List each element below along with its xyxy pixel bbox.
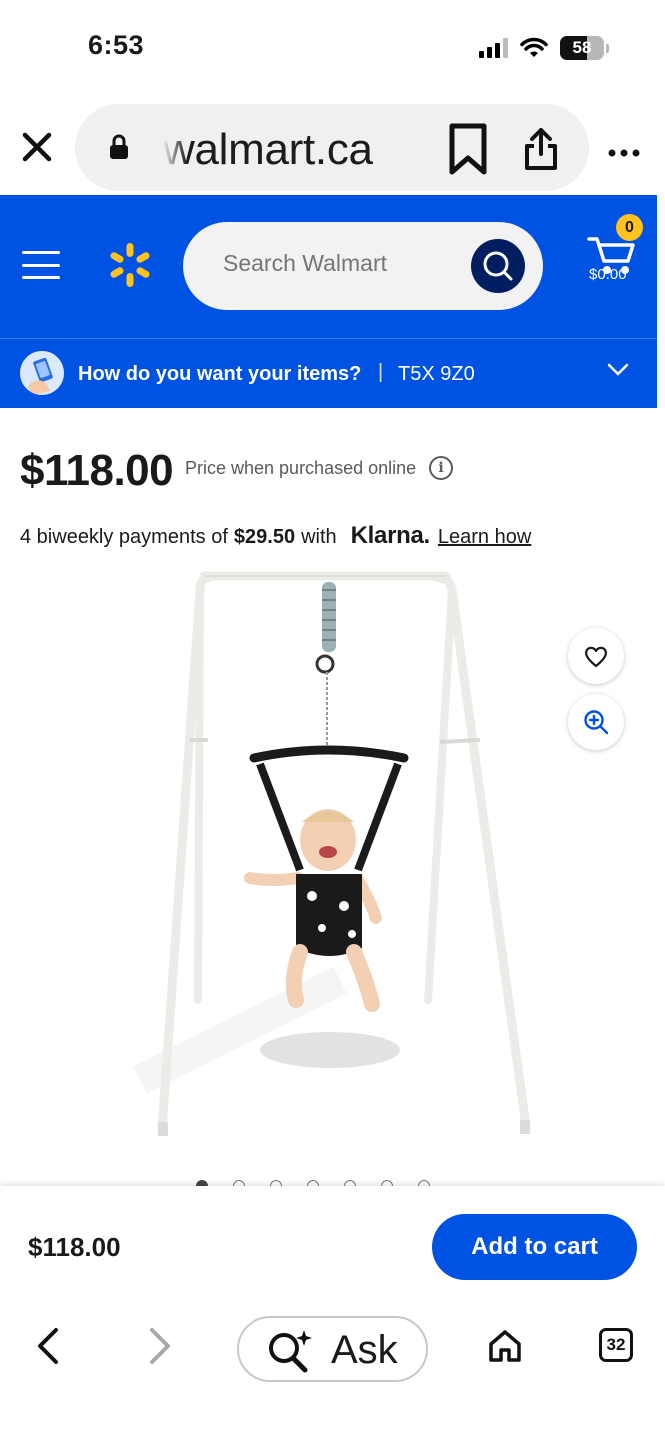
close-icon (22, 132, 52, 162)
cart-count-badge: 0 (616, 214, 643, 241)
back-arrow-icon[interactable] (34, 1326, 62, 1366)
ask-button[interactable]: Ask (237, 1316, 428, 1382)
ask-label: Ask (331, 1328, 398, 1372)
status-bar: 6:53 58 (0, 0, 665, 100)
site-header (0, 195, 657, 338)
klarna-prefix: 4 biweekly payments of (20, 526, 228, 548)
klarna-logo: Klarna. (350, 522, 431, 549)
lock-icon (110, 134, 128, 159)
status-icons: 58 (479, 36, 609, 60)
forward-arrow-icon[interactable] (146, 1326, 174, 1366)
cart-total: $0.00 (589, 266, 627, 283)
search-box (183, 222, 543, 310)
zoom-button[interactable] (568, 694, 624, 750)
delivery-separator: | (378, 361, 384, 383)
battery-level: 58 (572, 38, 592, 57)
sticky-price: $118.00 (28, 1232, 121, 1262)
ask-search-sparkle-icon (269, 1330, 312, 1373)
url-text: walmart.ca (163, 125, 373, 174)
klarna-installments: 4 biweekly payments of $29.50 with Klarn… (20, 522, 531, 550)
heart-icon (585, 646, 607, 668)
search-input[interactable] (223, 250, 453, 277)
delivery-selector[interactable]: How do you want your items? | T5X 9Z0 (0, 338, 657, 408)
more-menu-button[interactable] (607, 132, 641, 166)
klarna-amount: $29.50 (233, 526, 296, 548)
more-icon (608, 149, 640, 157)
learn-how-link[interactable]: Learn how (438, 526, 531, 549)
favorite-button[interactable] (568, 628, 624, 684)
share-icon[interactable] (521, 126, 561, 172)
bookmark-icon[interactable] (446, 122, 490, 176)
delivery-phone-icon (20, 351, 64, 395)
browser-bottom-toolbar: Ask 32 (0, 1300, 665, 1440)
home-icon[interactable] (487, 1328, 523, 1364)
search-button[interactable] (471, 239, 525, 293)
klarna-with: with (301, 526, 337, 548)
zoom-in-icon (584, 710, 609, 735)
info-icon[interactable]: i (429, 456, 453, 480)
product-image[interactable] (100, 560, 560, 1160)
search-icon (483, 251, 513, 281)
chevron-down-icon (607, 363, 629, 376)
cellular-signal-icon (479, 38, 508, 58)
browser-url-row: walmart.ca (0, 100, 665, 195)
address-bar[interactable]: walmart.ca (75, 104, 589, 191)
sticky-cart-bar: $118.00 Add to cart (0, 1186, 665, 1300)
price-note: Price when purchased online (185, 458, 417, 478)
status-time: 6:53 (88, 30, 145, 60)
postal-code: T5X 9Z0 (398, 363, 475, 385)
product-price: $118.00 (20, 446, 174, 495)
close-tab-button[interactable] (18, 128, 56, 166)
delivery-question: How do you want your items? (78, 363, 362, 385)
battery-icon: 58 (560, 36, 604, 60)
menu-hamburger-icon[interactable] (22, 251, 60, 279)
wifi-icon (520, 37, 548, 57)
walmart-spark-logo[interactable] (106, 241, 154, 289)
add-to-cart-button[interactable]: Add to cart (432, 1214, 637, 1280)
tabs-button[interactable]: 32 (599, 1328, 633, 1362)
